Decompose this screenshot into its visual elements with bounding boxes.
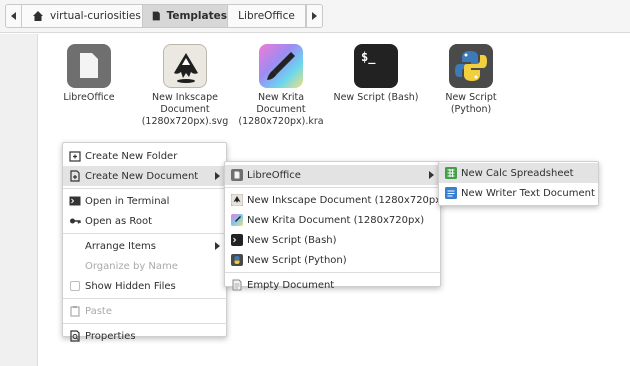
libreoffice-submenu: New Calc Spreadsheet New Writer Text Doc… bbox=[438, 161, 599, 206]
menu-item-organize-by-name: Organize by Name bbox=[85, 260, 178, 272]
menu-separator bbox=[63, 233, 226, 234]
python-icon bbox=[231, 254, 243, 266]
menu-separator bbox=[225, 187, 440, 188]
file-label: New Script (Bash) bbox=[333, 92, 419, 103]
file-item-krita[interactable]: New Krita Document (1280x720px).kra bbox=[231, 44, 331, 128]
submenu-item-empty-document[interactable]: Empty Document bbox=[225, 275, 440, 295]
krita-icon bbox=[231, 214, 243, 226]
new-folder-icon bbox=[69, 151, 81, 162]
sidebar bbox=[0, 34, 38, 366]
path-back-button[interactable] bbox=[5, 4, 22, 28]
menu-item-show-hidden[interactable]: Show Hidden Files bbox=[63, 276, 226, 296]
document-submenu: LibreOffice New Inkscape Document (1280x… bbox=[224, 161, 445, 291]
file-label: New Inkscape Document (1280x720px).svg bbox=[141, 92, 229, 127]
submenu-arrow-icon bbox=[429, 171, 434, 179]
properties-icon bbox=[70, 330, 80, 342]
file-item-python[interactable]: New Script (Python) bbox=[421, 44, 521, 116]
file-label: New Script (Python) bbox=[445, 92, 497, 115]
submenu-item-libreoffice[interactable]: LibreOffice bbox=[225, 165, 440, 185]
submenu-item-bash[interactable]: New Script (Bash) bbox=[225, 230, 440, 250]
templates-folder-icon bbox=[152, 11, 160, 21]
new-document-icon bbox=[70, 170, 80, 182]
file-item-inkscape[interactable]: New Inkscape Document (1280x720px).svg bbox=[135, 44, 235, 128]
file-item-libreoffice[interactable]: LibreOffice bbox=[39, 44, 139, 104]
empty-document-icon bbox=[232, 279, 242, 291]
krita-icon bbox=[259, 44, 303, 88]
menu-item-properties[interactable]: Properties bbox=[63, 326, 226, 346]
path-segment-libreoffice[interactable]: LibreOffice bbox=[228, 4, 306, 28]
clipboard-icon bbox=[70, 306, 80, 317]
file-item-bash[interactable]: $_ New Script (Bash) bbox=[326, 44, 426, 104]
submenu-item-python[interactable]: New Script (Python) bbox=[225, 250, 440, 270]
menu-item-paste: Paste bbox=[63, 301, 226, 321]
menu-item-open-root[interactable]: Open as Root bbox=[63, 211, 226, 231]
submenu-item-inkscape[interactable]: New Inkscape Document (1280x720px) bbox=[225, 190, 445, 210]
terminal-icon: $_ bbox=[354, 44, 398, 88]
checkbox-icon[interactable] bbox=[70, 281, 80, 291]
menu-item-create-document[interactable]: Create New Document bbox=[63, 166, 226, 186]
menu-separator bbox=[225, 272, 440, 273]
libreoffice-icon bbox=[231, 169, 243, 181]
terminal-icon bbox=[69, 196, 81, 206]
menu-separator bbox=[63, 298, 226, 299]
inkscape-icon bbox=[231, 194, 243, 206]
menu-separator bbox=[63, 323, 226, 324]
chevron-left-icon bbox=[11, 12, 16, 20]
menu-item-arrange-items[interactable]: Arrange Items bbox=[63, 236, 226, 256]
path-segment-home[interactable]: virtual-curiosities bbox=[22, 4, 143, 28]
submenu-item-calc[interactable]: New Calc Spreadsheet bbox=[439, 163, 598, 183]
path-forward-button[interactable] bbox=[306, 4, 323, 28]
terminal-icon bbox=[231, 234, 243, 246]
menu-separator bbox=[63, 188, 226, 189]
submenu-arrow-icon bbox=[215, 172, 220, 180]
python-icon bbox=[449, 44, 493, 88]
context-menu: Create New Folder Create New Document Op… bbox=[62, 142, 227, 342]
folder-libreoffice-icon bbox=[67, 44, 111, 88]
path-templates-label: Templates bbox=[166, 10, 227, 22]
menu-item-create-folder[interactable]: Create New Folder bbox=[63, 146, 226, 166]
spreadsheet-icon bbox=[445, 167, 457, 179]
inkscape-icon bbox=[163, 44, 207, 88]
chevron-right-icon bbox=[312, 12, 317, 20]
file-label: New Krita Document (1280x720px).kra bbox=[238, 92, 324, 127]
key-icon bbox=[70, 218, 81, 224]
path-home-label: virtual-curiosities bbox=[50, 10, 141, 22]
path-bar: virtual-curiosities Templates LibreOffic… bbox=[0, 0, 630, 33]
submenu-item-krita[interactable]: New Krita Document (1280x720px) bbox=[225, 210, 440, 230]
path-libreoffice-label: LibreOffice bbox=[238, 10, 295, 22]
home-icon bbox=[33, 11, 43, 21]
menu-item-open-terminal[interactable]: Open in Terminal bbox=[63, 191, 226, 211]
text-document-icon bbox=[445, 187, 457, 199]
submenu-arrow-icon bbox=[215, 242, 220, 250]
path-segment-templates[interactable]: Templates bbox=[143, 4, 228, 28]
submenu-item-writer[interactable]: New Writer Text Document bbox=[439, 183, 598, 203]
file-label: LibreOffice bbox=[63, 92, 115, 103]
